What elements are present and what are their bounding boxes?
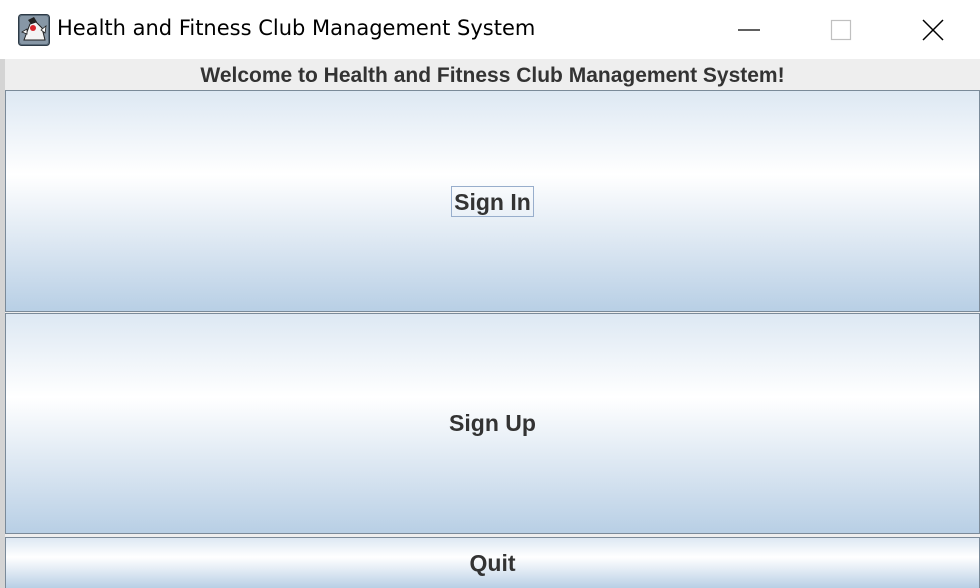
close-icon — [922, 18, 944, 41]
quit-label: Quit — [469, 549, 516, 576]
sign-in-button[interactable]: Sign In — [5, 90, 980, 312]
sign-up-label: Sign Up — [449, 410, 536, 436]
window-title: Health and Fitness Club Management Syste… — [57, 16, 536, 40]
quit-button[interactable]: Quit — [5, 537, 980, 588]
close-button[interactable] — [887, 0, 979, 59]
maximize-icon — [830, 19, 852, 40]
minimize-button[interactable] — [703, 0, 795, 59]
sign-in-label: Sign In — [451, 185, 534, 217]
main-panel: Welcome to Health and Fitness Club Manag… — [0, 59, 980, 588]
app-window: Health and Fitness Club Management Syste… — [0, 0, 980, 588]
welcome-heading: Welcome to Health and Fitness Club Manag… — [200, 64, 785, 87]
title-bar[interactable]: Health and Fitness Club Management Syste… — [0, 0, 980, 59]
maximize-button[interactable] — [795, 0, 887, 59]
minimize-icon — [738, 28, 760, 31]
java-duke-icon — [18, 14, 50, 46]
sign-up-button[interactable]: Sign Up — [5, 313, 980, 534]
